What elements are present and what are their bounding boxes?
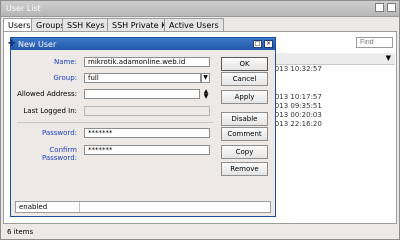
- table-row[interactable]: /2013 22:16:20: [268, 120, 322, 129]
- dialog-status-bar: enabled: [15, 201, 271, 213]
- password-label: Password:: [41, 129, 77, 137]
- confirm-password-field[interactable]: *******: [84, 145, 210, 155]
- divider: [17, 122, 213, 123]
- table-row[interactable]: /2013 09:35:51: [268, 102, 322, 111]
- maximize-icon[interactable]: [375, 3, 384, 12]
- cancel-button[interactable]: Cancel: [221, 72, 268, 86]
- dialog-close-icon[interactable]: ×: [264, 40, 273, 48]
- item-count: 6 items: [7, 228, 34, 236]
- comment-button[interactable]: Comment: [221, 127, 268, 141]
- remove-button[interactable]: Remove: [221, 162, 268, 176]
- ok-button[interactable]: OK: [221, 57, 268, 71]
- dialog-status-text: enabled: [19, 203, 48, 211]
- user-list-window: User List Users Groups SSH Keys SSH Priv…: [0, 0, 400, 240]
- dialog-title: New User: [18, 40, 57, 49]
- dialog-maximize-icon[interactable]: □: [253, 40, 262, 48]
- apply-button[interactable]: Apply: [221, 90, 268, 104]
- find-input[interactable]: [356, 37, 393, 48]
- table-row[interactable]: /2013 00:20:03: [268, 111, 322, 120]
- group-label: Group:: [53, 74, 77, 82]
- tab-active-users[interactable]: Active Users: [164, 18, 224, 31]
- password-field[interactable]: *******: [84, 128, 210, 138]
- confirm-password-label: Confirm Password:: [41, 146, 77, 162]
- dialog-titlebar[interactable]: ✚ New User □ ×: [8, 38, 275, 50]
- status-divider: [79, 202, 80, 212]
- name-field[interactable]: mikrotik.adamonline.web.id: [84, 57, 210, 67]
- disable-button[interactable]: Disable: [221, 112, 268, 126]
- table-row[interactable]: /2013 10:17:57: [268, 93, 322, 102]
- window-title: User List: [6, 4, 41, 13]
- allowed-address-field[interactable]: [84, 89, 200, 99]
- name-label: Name:: [53, 58, 77, 66]
- status-bar: 6 items: [3, 225, 397, 238]
- close-icon[interactable]: [387, 3, 396, 12]
- plus-icon: ✚: [8, 39, 16, 49]
- last-logged-field: [84, 106, 210, 116]
- sort-arrow-icon[interactable]: ▼: [386, 54, 391, 62]
- copy-button[interactable]: Copy: [221, 145, 268, 159]
- window-titlebar[interactable]: User List: [1, 1, 399, 17]
- new-user-dialog: ✚ New User □ × Name: mikrotik.adamonline…: [8, 37, 276, 217]
- group-dropdown-icon[interactable]: ▼: [201, 73, 210, 83]
- updown-icon[interactable]: ▲ ▼: [202, 89, 210, 100]
- table-row[interactable]: /2013 10:32:57: [268, 65, 322, 74]
- column-header[interactable]: ▼: [267, 53, 395, 65]
- last-logged-label: Last Logged In:: [23, 107, 77, 115]
- tab-ssh-keys[interactable]: SSH Keys: [62, 18, 110, 31]
- allowed-address-label: Allowed Address:: [17, 90, 77, 98]
- group-select[interactable]: full: [84, 73, 201, 83]
